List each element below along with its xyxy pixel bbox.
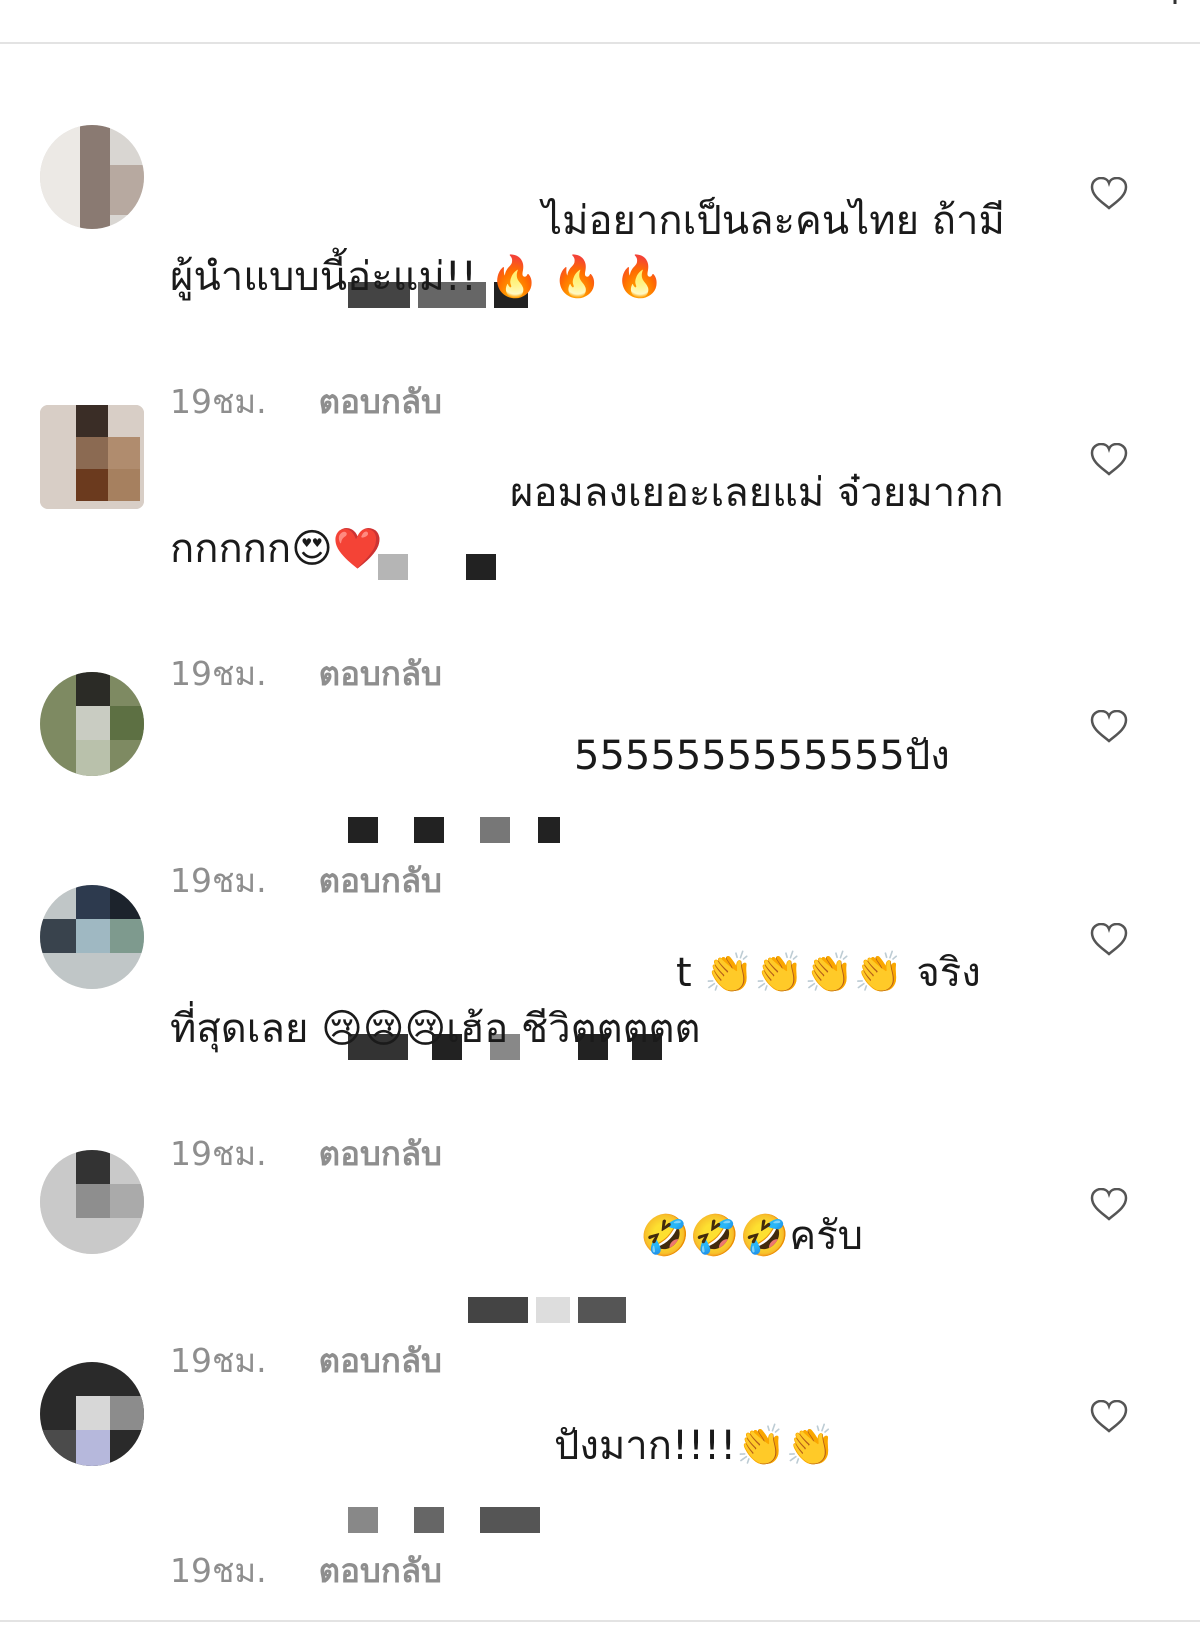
heart-outline-icon[interactable] — [1090, 1188, 1128, 1222]
avatar[interactable] — [40, 885, 144, 989]
avatar[interactable] — [40, 672, 144, 776]
bottom-divider — [0, 1620, 1200, 1622]
username-masked[interactable] — [246, 209, 536, 308]
comment-text: 🤣🤣🤣ครับ — [640, 1213, 864, 1259]
username-masked[interactable] — [246, 481, 504, 580]
username-masked[interactable] — [246, 1224, 634, 1323]
comment-text: 5555555555555ปัง — [574, 733, 950, 779]
avatar[interactable] — [40, 405, 144, 509]
heart-outline-icon[interactable] — [1090, 1400, 1128, 1434]
heart-outline-icon[interactable] — [1090, 923, 1128, 957]
avatar[interactable] — [40, 1362, 144, 1466]
heart-outline-icon[interactable] — [1090, 443, 1128, 477]
chevron-icon[interactable] — [1168, 0, 1182, 8]
heart-outline-icon[interactable] — [1090, 710, 1128, 744]
heart-outline-icon[interactable] — [1090, 177, 1128, 211]
username-masked[interactable] — [246, 961, 670, 1060]
reply-button[interactable]: ตอบกลับ — [319, 1544, 442, 1597]
avatar[interactable] — [40, 125, 144, 229]
comment-text: ปังมาก!!!!👏👏 — [554, 1423, 836, 1469]
username-masked[interactable] — [246, 744, 568, 843]
username-masked[interactable] — [246, 1434, 548, 1533]
avatar[interactable] — [40, 1150, 144, 1254]
comment-time: 19ชม. — [170, 1551, 267, 1590]
top-divider — [0, 42, 1200, 44]
